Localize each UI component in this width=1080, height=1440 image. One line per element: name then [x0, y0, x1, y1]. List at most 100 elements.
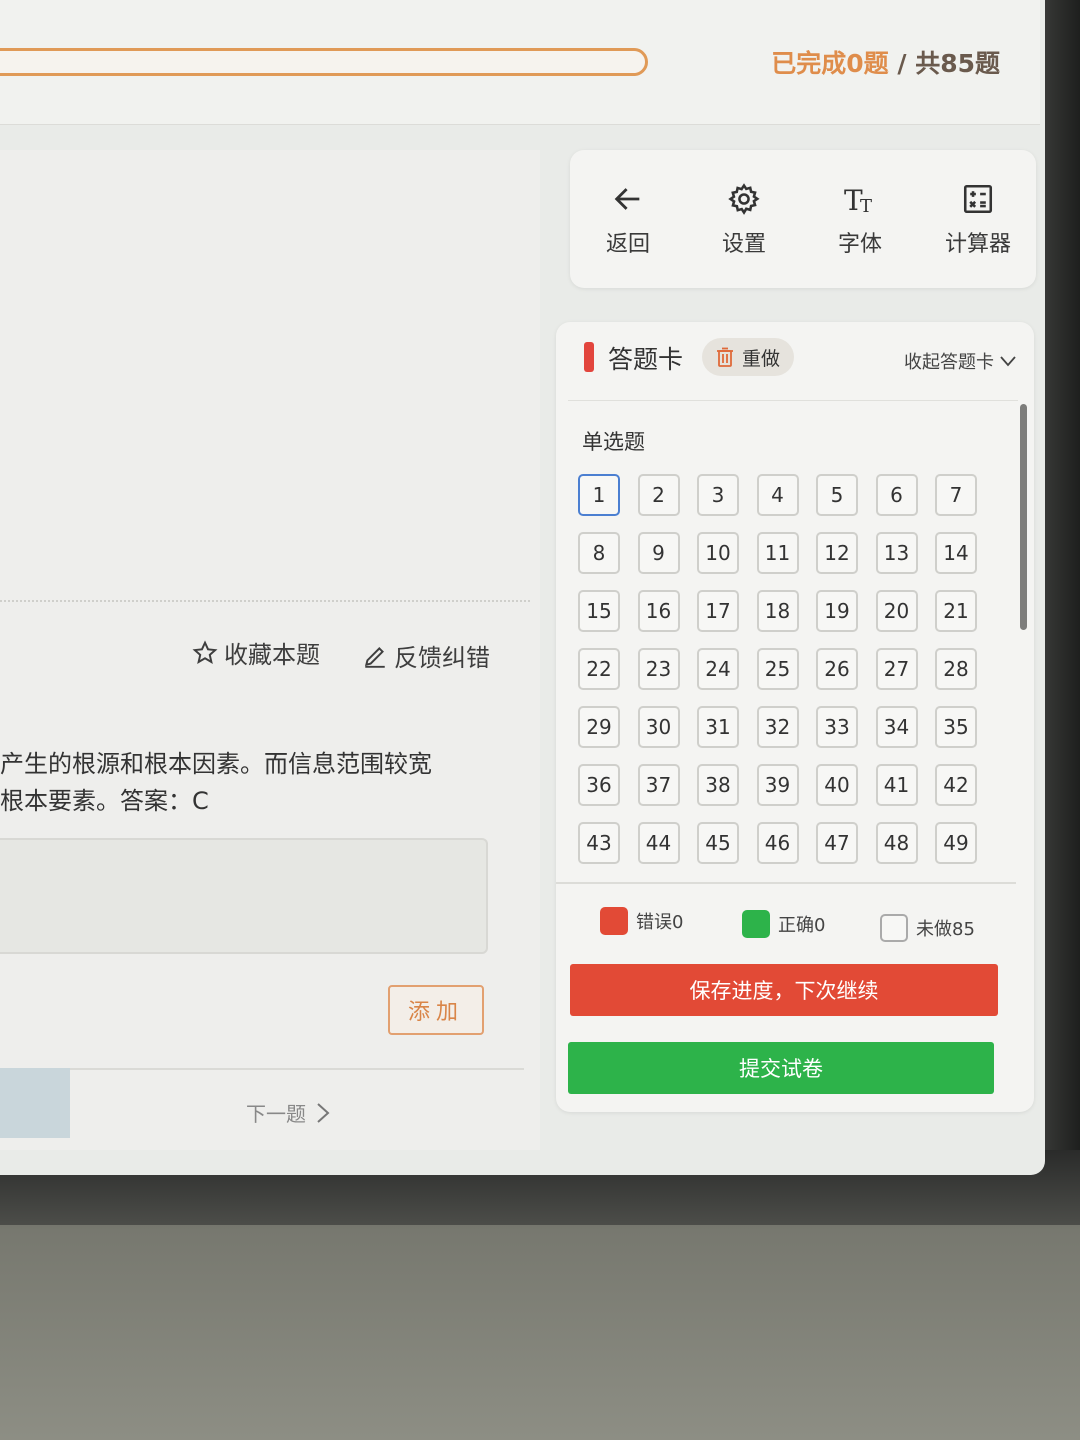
card-scrollbar[interactable]: [1020, 404, 1027, 630]
question-number-11[interactable]: 11: [756, 532, 799, 574]
back-label: 返回: [605, 232, 650, 257]
question-number-29[interactable]: 29: [578, 706, 620, 748]
question-number-25[interactable]: 25: [756, 648, 799, 690]
question-number-6[interactable]: 6: [875, 474, 918, 516]
question-number-23[interactable]: 23: [637, 648, 680, 690]
undone-swatch: [880, 914, 908, 942]
question-divider: [0, 600, 530, 602]
save-progress-button[interactable]: 保存进度，下次继续: [570, 964, 998, 1016]
collapse-card-button[interactable]: 收起答题卡: [904, 348, 1016, 374]
question-number-45[interactable]: 45: [697, 822, 739, 864]
wrong-swatch: [600, 907, 628, 935]
question-number-31[interactable]: 31: [697, 706, 739, 748]
question-number-20[interactable]: 20: [875, 590, 918, 632]
question-number-22[interactable]: 22: [578, 648, 620, 690]
toolbar: 返回 设置 TT 字体 计算器: [570, 150, 1036, 288]
question-number-33[interactable]: 33: [816, 706, 858, 748]
question-number-35[interactable]: 35: [935, 706, 977, 748]
calculator-button[interactable]: 计算器: [928, 180, 1028, 258]
font-button[interactable]: TT 字体: [810, 180, 910, 258]
edit-icon: [364, 646, 385, 668]
question-number-47[interactable]: 47: [816, 822, 858, 864]
question-number-32[interactable]: 32: [756, 706, 799, 748]
submit-exam-button[interactable]: 提交试卷: [568, 1042, 994, 1094]
correct-swatch: [742, 910, 770, 938]
settings-button[interactable]: 设置: [694, 180, 794, 258]
previous-tab[interactable]: [0, 1068, 70, 1138]
question-number-13[interactable]: 13: [875, 532, 918, 574]
question-number-8[interactable]: 8: [578, 532, 620, 574]
question-number-15[interactable]: 15: [578, 590, 620, 632]
question-number-16[interactable]: 16: [637, 590, 680, 632]
question-number-28[interactable]: 28: [935, 648, 977, 690]
question-number-19[interactable]: 19: [816, 590, 858, 632]
section-title-single-choice: 单选题: [582, 430, 645, 454]
question-number-17[interactable]: 17: [697, 590, 739, 632]
question-number-5[interactable]: 5: [816, 474, 858, 516]
font-label: 字体: [837, 232, 882, 257]
font-size-icon: TT: [844, 184, 872, 216]
svg-text:T: T: [860, 196, 872, 216]
redo-button[interactable]: 重做: [702, 338, 795, 376]
question-number-7[interactable]: 7: [935, 474, 977, 516]
trash-icon: [717, 347, 733, 367]
collapse-label: 收起答题卡: [904, 352, 994, 373]
card-header-divider: [568, 400, 1018, 401]
favorite-button[interactable]: 收藏本题: [192, 635, 320, 670]
title-accent-bar: [584, 342, 594, 372]
question-number-39[interactable]: 39: [756, 764, 799, 806]
question-number-30[interactable]: 30: [637, 706, 680, 748]
back-button[interactable]: 返回: [578, 180, 678, 258]
question-number-18[interactable]: 18: [756, 590, 799, 632]
calculator-icon: [963, 184, 993, 214]
question-number-12[interactable]: 12: [816, 532, 858, 574]
redo-label: 重做: [742, 347, 781, 370]
progress-header: 已完成0题 / 共85题: [0, 0, 1040, 125]
question-number-1[interactable]: 1: [578, 474, 620, 516]
chevron-down-icon: [1000, 356, 1016, 367]
legend-wrong: 错误0: [600, 907, 683, 935]
question-number-21[interactable]: 21: [935, 590, 977, 632]
question-number-43[interactable]: 43: [578, 822, 620, 864]
question-number-36[interactable]: 36: [578, 764, 620, 806]
question-number-48[interactable]: 48: [875, 822, 918, 864]
progress-text: 已完成0题 / 共85题: [771, 44, 1000, 80]
calculator-label: 计算器: [944, 232, 1011, 257]
explanation-line-1: 产生的根源和根本因素。而信息范围较宽: [0, 750, 432, 778]
feedback-label: 反馈纠错: [394, 644, 490, 672]
question-number-44[interactable]: 44: [637, 822, 680, 864]
settings-label: 设置: [721, 232, 766, 257]
correct-count: 正确0: [778, 915, 826, 936]
question-number-4[interactable]: 4: [756, 474, 799, 516]
question-number-49[interactable]: 49: [935, 822, 977, 864]
answer-card: 答题卡 重做 收起答题卡 单选题 1 2 3 4 5 6 7 8 9 10 11 12 13 14 15 16…: [556, 322, 1034, 1112]
add-note-button[interactable]: 添加: [388, 985, 484, 1035]
favorite-label: 收藏本题: [224, 641, 320, 669]
note-input[interactable]: [0, 838, 488, 954]
question-number-grid: 1 2 3 4 5 6 7 8 9 10 11 12 13 14 15 16 17 18 19 20 21 22 23 24 2…: [578, 474, 977, 864]
question-number-41[interactable]: 41: [875, 764, 918, 806]
explanation-line-2: 根本要素。答案：C: [0, 787, 209, 815]
question-number-2[interactable]: 2: [637, 474, 680, 516]
legend-undone: 未做85: [880, 914, 975, 942]
question-number-9[interactable]: 9: [637, 532, 680, 574]
progress-total: 共85题: [915, 49, 1000, 78]
question-number-46[interactable]: 46: [756, 822, 799, 864]
legend-divider: [556, 882, 1016, 884]
question-number-10[interactable]: 10: [697, 532, 739, 574]
question-number-14[interactable]: 14: [935, 532, 977, 574]
chevron-right-icon: [317, 1102, 330, 1123]
question-number-37[interactable]: 37: [637, 764, 680, 806]
app-screen: 已完成0题 / 共85题 收藏本题 反馈纠错 产生的根源和根本因素。而信息范围较…: [0, 0, 1045, 1175]
question-number-3[interactable]: 3: [697, 474, 739, 516]
question-number-34[interactable]: 34: [875, 706, 918, 748]
question-number-24[interactable]: 24: [697, 648, 739, 690]
feedback-button[interactable]: 反馈纠错: [362, 638, 490, 673]
question-number-26[interactable]: 26: [816, 648, 858, 690]
next-question-button[interactable]: 下一题: [246, 1098, 330, 1127]
star-icon: [192, 639, 218, 664]
question-number-27[interactable]: 27: [875, 648, 918, 690]
question-number-38[interactable]: 38: [697, 764, 739, 806]
question-number-40[interactable]: 40: [816, 764, 858, 806]
question-number-42[interactable]: 42: [935, 764, 977, 806]
